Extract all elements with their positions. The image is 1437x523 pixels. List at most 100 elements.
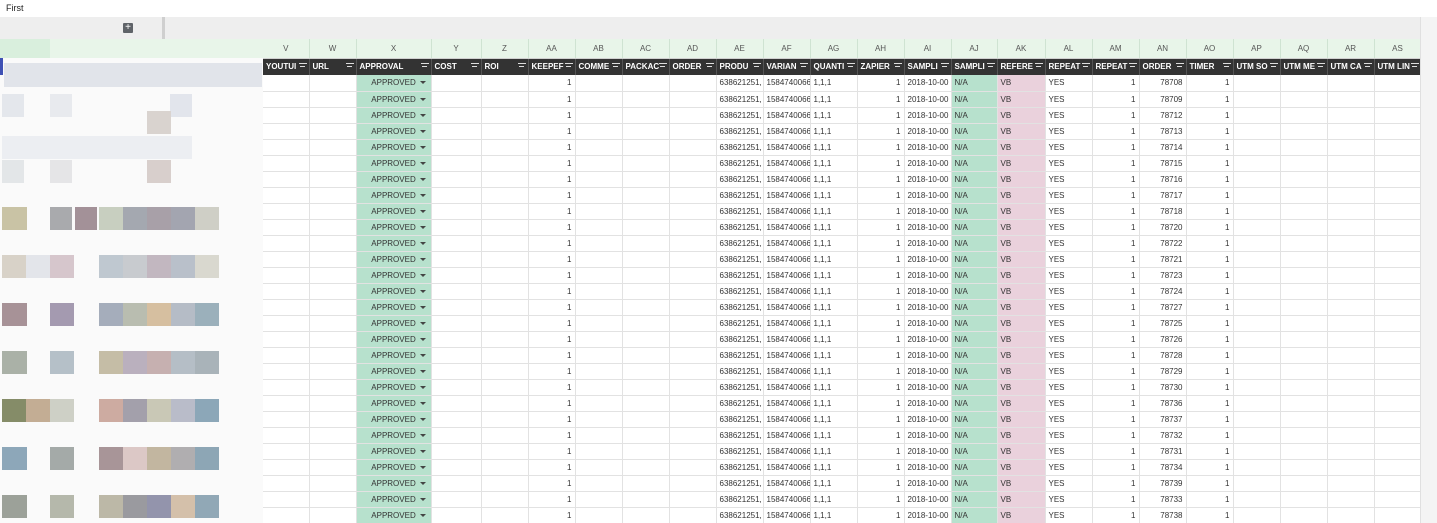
repeat-count-cell[interactable]: 1 (1092, 379, 1140, 396)
sample-date-cell[interactable]: 2018-10-00 (904, 155, 952, 172)
referer-cell[interactable]: VB (997, 155, 1046, 172)
sample-date-cell[interactable]: 2018-10-00 (904, 139, 952, 156)
empty-cell[interactable] (481, 251, 529, 268)
approval-dropdown[interactable]: APPROVED (356, 299, 432, 316)
sample-status-cell[interactable]: N/A (951, 347, 998, 364)
filter-icon[interactable] (564, 62, 573, 70)
filter-icon[interactable] (1222, 62, 1231, 70)
sample-date-cell[interactable]: 2018-10-00 (904, 91, 952, 108)
repeat-cell[interactable]: YES (1045, 299, 1093, 316)
dropdown-caret-icon[interactable] (419, 145, 426, 149)
empty-cell[interactable] (309, 283, 357, 300)
empty-cell[interactable] (575, 219, 623, 236)
variant-cell[interactable]: 1584740066 (763, 347, 811, 364)
zapier-cell[interactable]: 1 (857, 315, 905, 332)
empty-cell[interactable] (1280, 219, 1328, 236)
keeper-cell[interactable]: 1 (528, 155, 576, 172)
sample-status-cell[interactable]: N/A (951, 363, 998, 380)
empty-cell[interactable] (481, 155, 529, 172)
dropdown-caret-icon[interactable] (419, 321, 426, 325)
empty-cell[interactable] (1233, 251, 1281, 268)
empty-cell[interactable] (481, 283, 529, 300)
empty-cell[interactable] (1280, 235, 1328, 252)
empty-cell[interactable] (622, 171, 670, 188)
timer-cell[interactable]: 1 (1186, 379, 1234, 396)
filter-icon[interactable] (420, 62, 429, 70)
empty-cell[interactable] (481, 395, 529, 412)
sample-date-cell[interactable]: 2018-10-00 (904, 331, 952, 348)
empty-cell[interactable] (309, 315, 357, 332)
empty-cell[interactable] (431, 395, 482, 412)
order-number-cell[interactable]: 78733 (1139, 491, 1187, 508)
repeat-cell[interactable]: YES (1045, 75, 1093, 92)
empty-cell[interactable] (309, 411, 357, 428)
repeat-count-cell[interactable]: 1 (1092, 219, 1140, 236)
approval-dropdown[interactable]: APPROVED (356, 203, 432, 220)
order-number-cell[interactable]: 78731 (1139, 443, 1187, 460)
empty-cell[interactable] (1374, 75, 1420, 92)
order-number-cell[interactable]: 78709 (1139, 91, 1187, 108)
keeper-cell[interactable]: 1 (528, 427, 576, 444)
approval-dropdown[interactable]: APPROVED (356, 283, 432, 300)
dropdown-caret-icon[interactable] (419, 97, 426, 101)
quantity-cell[interactable]: 1,1,1 (810, 75, 858, 92)
empty-cell[interactable] (669, 171, 717, 188)
empty-cell[interactable] (1233, 411, 1281, 428)
empty-cell[interactable] (481, 507, 529, 523)
referer-cell[interactable]: VB (997, 347, 1046, 364)
dropdown-caret-icon[interactable] (419, 353, 426, 357)
repeat-cell[interactable]: YES (1045, 347, 1093, 364)
empty-cell[interactable] (1233, 139, 1281, 156)
keeper-cell[interactable]: 1 (528, 251, 576, 268)
timer-cell[interactable]: 1 (1186, 75, 1234, 92)
timer-cell[interactable]: 1 (1186, 459, 1234, 476)
empty-cell[interactable] (1327, 379, 1375, 396)
timer-cell[interactable]: 1 (1186, 155, 1234, 172)
empty-cell[interactable] (263, 219, 310, 236)
sample-date-cell[interactable]: 2018-10-00 (904, 75, 952, 92)
approval-dropdown[interactable]: APPROVED (356, 443, 432, 460)
empty-cell[interactable] (1233, 155, 1281, 172)
empty-cell[interactable] (622, 139, 670, 156)
empty-cell[interactable] (1233, 283, 1281, 300)
sample-date-cell[interactable]: 2018-10-00 (904, 411, 952, 428)
referer-cell[interactable]: VB (997, 91, 1046, 108)
column-letter[interactable]: AB (575, 39, 623, 59)
empty-cell[interactable] (1280, 363, 1328, 380)
empty-cell[interactable] (669, 155, 717, 172)
empty-cell[interactable] (669, 235, 717, 252)
empty-cell[interactable] (1280, 171, 1328, 188)
empty-cell[interactable] (431, 459, 482, 476)
empty-cell[interactable] (622, 283, 670, 300)
empty-cell[interactable] (622, 235, 670, 252)
empty-cell[interactable] (1280, 299, 1328, 316)
empty-cell[interactable] (1374, 395, 1420, 412)
approval-dropdown[interactable]: APPROVED (356, 123, 432, 140)
approval-dropdown[interactable]: APPROVED (356, 219, 432, 236)
keeper-cell[interactable]: 1 (528, 315, 576, 332)
keeper-cell[interactable]: 1 (528, 139, 576, 156)
timer-cell[interactable]: 1 (1186, 171, 1234, 188)
referer-cell[interactable]: VB (997, 299, 1046, 316)
sample-date-cell[interactable]: 2018-10-00 (904, 107, 952, 124)
empty-cell[interactable] (1374, 203, 1420, 220)
empty-cell[interactable] (263, 395, 310, 412)
empty-cell[interactable] (575, 171, 623, 188)
empty-cell[interactable] (1327, 475, 1375, 492)
empty-cell[interactable] (309, 235, 357, 252)
variant-cell[interactable]: 1584740066 (763, 427, 811, 444)
quantity-cell[interactable]: 1,1,1 (810, 331, 858, 348)
product-cell[interactable]: 638621251, (716, 267, 764, 284)
empty-cell[interactable] (481, 235, 529, 252)
empty-cell[interactable] (1374, 379, 1420, 396)
timer-cell[interactable]: 1 (1186, 331, 1234, 348)
empty-cell[interactable] (431, 75, 482, 92)
quantity-cell[interactable]: 1,1,1 (810, 91, 858, 108)
column-letter[interactable]: AA (528, 39, 576, 59)
empty-cell[interactable] (669, 123, 717, 140)
repeat-count-cell[interactable]: 1 (1092, 251, 1140, 268)
empty-cell[interactable] (1327, 411, 1375, 428)
empty-cell[interactable] (1374, 347, 1420, 364)
empty-cell[interactable] (481, 459, 529, 476)
dropdown-caret-icon[interactable] (419, 81, 426, 84)
